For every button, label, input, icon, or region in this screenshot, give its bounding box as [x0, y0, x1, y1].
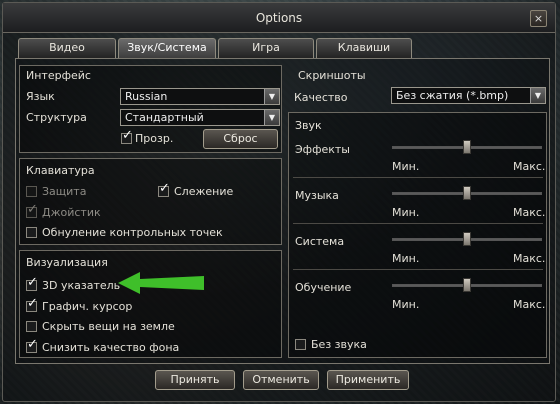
structure-value: Стандартный: [125, 111, 204, 124]
language-label: Язык: [26, 90, 55, 103]
tab-video[interactable]: Видео: [18, 38, 116, 58]
joystick-label: Джойстик: [42, 206, 101, 219]
checkmark-icon: ✓: [122, 128, 133, 143]
reset-checkpoints-label: Обнуление контрольных точек: [42, 226, 223, 239]
chevron-down-icon: ▼: [264, 110, 279, 125]
music-max-label: Макс.: [513, 206, 546, 219]
sound-group: Звук Эффекты Мин. Макс. Музыка Мин. Макс…: [288, 112, 547, 358]
divider: [293, 269, 543, 270]
system-max-label: Макс.: [513, 252, 546, 265]
language-value: Russian: [125, 90, 168, 103]
system-slider-thumb[interactable]: [463, 232, 471, 246]
3d-pointer-checkbox[interactable]: ✓: [26, 276, 38, 291]
music-slider[interactable]: [392, 186, 542, 200]
tutorial-slider[interactable]: [392, 278, 542, 292]
effects-min-label: Мин.: [392, 160, 420, 173]
visualization-group: Визуализация ✓ 3D указатель ✓ Графич. ку…: [19, 250, 282, 358]
tab-sound-system[interactable]: Звук/Система: [118, 38, 216, 58]
transparency-label: Прозр.: [135, 132, 174, 145]
tracking-label: Слежение: [174, 185, 234, 198]
reset-button[interactable]: Сброс: [203, 129, 278, 149]
structure-label: Структура: [26, 111, 87, 124]
accept-button[interactable]: Принять: [155, 370, 235, 390]
checkmark-icon: ✓: [27, 337, 38, 352]
tab-game[interactable]: Игра: [218, 38, 314, 58]
divider: [293, 177, 543, 178]
cancel-button[interactable]: Отменить: [243, 370, 319, 390]
checkmark-icon: ✓: [27, 202, 38, 217]
3d-pointer-label: 3D указатель: [42, 279, 121, 292]
quality-select[interactable]: Без сжатия (*.bmp) ▼: [391, 87, 546, 104]
tab-keys[interactable]: Клавиши: [316, 38, 412, 58]
joystick-checkbox[interactable]: ✓: [26, 203, 38, 218]
quality-value: Без сжатия (*.bmp): [396, 89, 509, 102]
reset-checkpoints-checkbox[interactable]: [26, 227, 37, 238]
mute-label: Без звука: [311, 338, 367, 351]
graphic-cursor-checkbox[interactable]: ✓: [26, 297, 38, 312]
apply-button[interactable]: Применить: [327, 370, 409, 390]
lower-bg-quality-label: Снизить качество фона: [42, 341, 180, 354]
graphic-cursor-label: Графич. курсор: [42, 300, 133, 313]
checkmark-icon: ✓: [27, 275, 38, 290]
effects-max-label: Макс.: [513, 160, 546, 173]
interface-group: Интерфейс Язык Russian ▼ Структура Станд…: [19, 65, 282, 153]
language-select[interactable]: Russian ▼: [120, 88, 280, 105]
hide-ground-items-label: Скрыть вещи на земле: [42, 320, 175, 333]
protection-checkbox[interactable]: [26, 186, 37, 197]
close-button[interactable]: ×: [530, 10, 547, 27]
mute-checkbox[interactable]: [295, 339, 306, 350]
title-bar[interactable]: Options ×: [3, 3, 555, 33]
structure-select[interactable]: Стандартный ▼: [120, 109, 280, 126]
system-label: Система: [295, 235, 345, 248]
effects-label: Эффекты: [295, 143, 350, 156]
chevron-down-icon: ▼: [264, 89, 279, 104]
tutorial-min-label: Мин.: [392, 298, 420, 311]
lower-bg-quality-checkbox[interactable]: ✓: [26, 338, 38, 353]
system-slider[interactable]: [392, 232, 542, 246]
checkmark-icon: ✓: [27, 296, 38, 311]
quality-label: Качество: [294, 91, 348, 104]
music-min-label: Мин.: [392, 206, 420, 219]
tracking-checkbox[interactable]: ✓: [158, 182, 170, 197]
tab-content-panel: Интерфейс Язык Russian ▼ Структура Станд…: [15, 58, 550, 364]
screenshots-title: Скриншоты: [298, 69, 366, 82]
effects-slider[interactable]: [392, 140, 542, 154]
highlight-arrow-icon: [118, 272, 204, 294]
transparency-checkbox[interactable]: ✓: [121, 129, 133, 144]
sound-title: Звук: [295, 119, 322, 132]
tutorial-slider-thumb[interactable]: [463, 278, 471, 292]
interface-title: Интерфейс: [26, 69, 91, 82]
window-title: Options: [255, 11, 303, 25]
options-window: Options × Видео Звук/Система Игра Клавиш…: [2, 2, 556, 402]
keyboard-title: Клавиатура: [26, 164, 95, 177]
checkmark-icon: ✓: [159, 181, 170, 196]
tutorial-max-label: Макс.: [513, 298, 546, 311]
protection-label: Защита: [42, 185, 87, 198]
keyboard-group: Клавиатура Защита ✓ Слежение ✓ Джойстик …: [19, 158, 282, 245]
tutorial-label: Обучение: [295, 281, 352, 294]
visualization-title: Визуализация: [26, 256, 108, 269]
music-label: Музыка: [295, 189, 339, 202]
system-min-label: Мин.: [392, 252, 420, 265]
effects-slider-thumb[interactable]: [463, 140, 471, 154]
divider: [293, 223, 543, 224]
hide-ground-items-checkbox[interactable]: [26, 321, 37, 332]
chevron-down-icon: ▼: [530, 88, 545, 103]
music-slider-thumb[interactable]: [463, 186, 471, 200]
close-icon: ×: [533, 12, 544, 25]
